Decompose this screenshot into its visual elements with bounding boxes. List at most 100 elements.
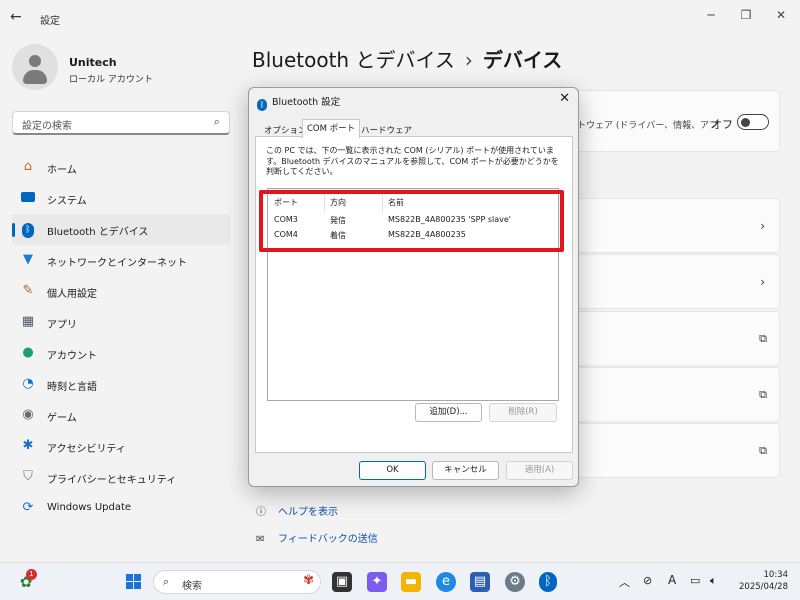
shield-icon: ⛉	[23, 469, 33, 484]
sidebar-item-label: アプリ	[47, 320, 77, 331]
ime-indicator[interactable]: A	[668, 573, 676, 587]
title-bar: ← 設定 ─ ❐ ✕	[0, 0, 800, 36]
accessibility-icon: ✱	[22, 438, 34, 453]
remove-port-button[interactable]: 削除(R)	[489, 403, 557, 422]
device-software-toggle[interactable]	[737, 114, 769, 130]
row-port: COM4	[274, 230, 298, 239]
row-port: COM3	[274, 215, 298, 224]
cancel-button[interactable]: キャンセル	[432, 461, 499, 480]
com-ports-panel: この PC では、下の一覧に表示された COM (シリアル) ポートが使用されて…	[255, 136, 573, 453]
wifi-icon: ▼	[23, 252, 33, 267]
search-highlight-icon: ✾	[303, 573, 314, 588]
close-icon[interactable]: ✕	[771, 8, 791, 22]
taskbar-search-placeholder: 検索	[182, 581, 202, 592]
tab-com-ports[interactable]: COM ポート	[302, 119, 361, 138]
sidebar-item-network[interactable]: ▼ ネットワークとインターネット	[12, 245, 230, 276]
help-link[interactable]: ⓘ ヘルプを表示	[256, 503, 338, 518]
avatar	[12, 44, 58, 90]
row-name: MS822B_4A800235 'SPP slave'	[388, 215, 511, 224]
network-off-icon[interactable]: ⊘	[643, 574, 652, 587]
dialog-title-text: Bluetooth 設定	[272, 97, 341, 108]
com-port-list[interactable]: ポート 方向 名前 COM3 発信 MS822B_4A800235 'SPP s…	[267, 188, 559, 401]
row-name: MS822B_4A800235	[388, 230, 466, 239]
sidebar-item-label: 個人用設定	[47, 289, 97, 300]
monitor-icon	[20, 190, 36, 206]
sidebar-item-privacy[interactable]: ⛉ プライバシーとセキュリティ	[12, 462, 230, 493]
breadcrumb-parent[interactable]: Bluetooth とデバイス	[252, 48, 455, 72]
task-view-icon[interactable]: ▣	[332, 572, 352, 592]
sidebar-item-bluetooth[interactable]: ᛒ Bluetooth とデバイス	[12, 214, 230, 245]
column-header-name[interactable]: 名前	[388, 197, 404, 208]
sidebar-item-accounts[interactable]: ● アカウント	[12, 338, 230, 369]
sidebar-item-apps[interactable]: ▦ アプリ	[12, 307, 230, 338]
sidebar-item-gaming[interactable]: ◉ ゲーム	[12, 400, 230, 431]
sidebar-item-personalization[interactable]: ✎ 個人用設定	[12, 276, 230, 307]
back-arrow-icon[interactable]: ←	[10, 9, 22, 25]
ok-button[interactable]: OK	[359, 461, 426, 480]
column-header-direction[interactable]: 方向	[330, 197, 346, 208]
settings-gear-icon[interactable]: ⚙	[505, 572, 525, 592]
bluetooth-icon: ᛒ	[257, 99, 267, 111]
edge-icon[interactable]: e	[436, 572, 456, 592]
feedback-link-label: フィードバックの送信	[278, 534, 378, 545]
clock-time: 10:34	[763, 570, 789, 580]
table-row[interactable]: COM4 着信 MS822B_4A800235	[274, 229, 554, 243]
search-icon: ⌕	[213, 115, 220, 128]
sidebar-item-system[interactable]: システム	[12, 183, 230, 214]
dialog-title: ᛒ Bluetooth 設定	[257, 94, 340, 111]
taskbar: ✿ 1 ⌕ 検索 ✾ ▣ ✦ ▬ e ▤ ⚙ ᛒ ︿ ⊘ A ▭ 🔈︎ 10:3…	[0, 562, 800, 600]
sidebar-item-home[interactable]: ⌂ ホーム	[12, 152, 230, 183]
copilot-icon[interactable]: ✦	[367, 572, 387, 592]
minimize-icon[interactable]: ─	[701, 8, 721, 22]
sidebar-item-label: プライバシーとセキュリティ	[47, 475, 177, 486]
chevron-up-icon[interactable]: ︿	[619, 574, 630, 590]
feedback-link[interactable]: ✉ フィードバックの送信	[256, 530, 378, 545]
device-software-text: トウェア (ドライバー、情報、アプ	[577, 121, 719, 131]
external-link-icon: ⧉	[759, 332, 767, 345]
clock[interactable]: 10:34 2025/04/28	[739, 569, 788, 593]
sidebar-item-label: ネットワークとインターネット	[47, 258, 187, 269]
gamepad-icon: ◉	[22, 407, 34, 422]
feedback-icon: ✉	[256, 534, 265, 545]
taskbar-search-input[interactable]: ⌕ 検索 ✾	[153, 570, 321, 594]
search-placeholder: 設定の検索	[22, 121, 72, 132]
sidebar-item-label: 時刻と言語	[47, 382, 97, 393]
com-port-description: この PC では、下の一覧に表示された COM (シリアル) ポートが使用されて…	[266, 146, 559, 176]
sidebar-item-label: ゲーム	[47, 413, 77, 424]
update-icon: ⟳	[22, 500, 34, 515]
sidebar-item-label: システム	[47, 196, 87, 207]
restore-icon[interactable]: ❐	[736, 8, 756, 22]
person-icon: ●	[22, 345, 34, 360]
help-icon: ⓘ	[256, 507, 266, 518]
network-icon[interactable]: ▭	[690, 574, 700, 587]
breadcrumb-separator: ›	[464, 48, 473, 72]
volume-icon[interactable]: 🔈︎	[710, 574, 717, 588]
bluetooth-settings-dialog: ᛒ Bluetooth 設定 ✕ オプション COM ポート ハードウェア この …	[248, 87, 579, 487]
sidebar-item-label: Bluetooth とデバイス	[47, 227, 149, 238]
chevron-right-icon: ›	[760, 275, 765, 289]
sidebar-item-windows-update[interactable]: ⟳ Windows Update	[12, 493, 230, 524]
sidebar-item-label: ホーム	[47, 165, 77, 176]
close-icon[interactable]: ✕	[559, 91, 570, 106]
bluetooth-app-icon[interactable]: ᛒ	[539, 572, 557, 592]
sidebar-item-time-language[interactable]: ◔ 時刻と言語	[12, 369, 230, 400]
window-title: 設定	[40, 16, 60, 27]
settings-search-input[interactable]: 設定の検索 ⌕	[12, 111, 230, 135]
sidebar-item-accessibility[interactable]: ✱ アクセシビリティ	[12, 431, 230, 462]
notification-badge: 1	[26, 569, 37, 580]
file-explorer-icon[interactable]: ▬	[401, 572, 421, 592]
chevron-right-icon: ›	[760, 219, 765, 233]
store-icon[interactable]: ▤	[470, 572, 490, 592]
add-port-button[interactable]: 追加(D)...	[415, 403, 482, 422]
user-name: Unitech	[69, 56, 117, 69]
clock-date: 2025/04/28	[739, 582, 788, 592]
apply-button[interactable]: 適用(A)	[506, 461, 573, 480]
sidebar-item-label: アクセシビリティ	[47, 444, 126, 455]
sidebar-nav: ⌂ ホーム システム ᛒ Bluetooth とデバイス ▼ ネットワークとイン…	[12, 152, 230, 524]
sidebar-item-label: Windows Update	[47, 502, 132, 513]
table-row[interactable]: COM3 発信 MS822B_4A800235 'SPP slave'	[274, 214, 554, 228]
sidebar-item-label: アカウント	[47, 351, 97, 362]
column-header-port[interactable]: ポート	[274, 197, 298, 208]
start-icon[interactable]	[124, 572, 144, 592]
tab-hardware[interactable]: ハードウェア	[356, 121, 417, 137]
